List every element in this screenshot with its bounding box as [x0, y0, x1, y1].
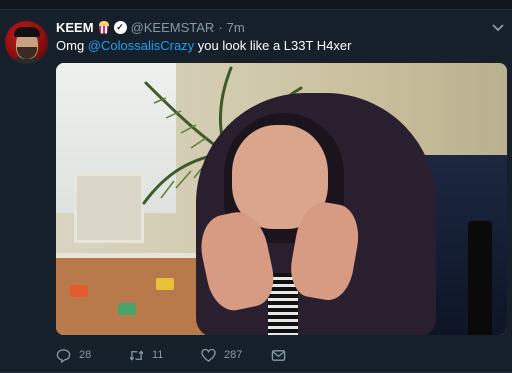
reply-button[interactable]: 28 [56, 346, 91, 364]
timeline-top-border [0, 0, 512, 10]
direct-message-button[interactable] [271, 346, 286, 364]
avatar-cap [14, 27, 40, 37]
author-handle[interactable]: @KEEMSTAR [131, 20, 215, 35]
retweet-button[interactable]: 11 [129, 346, 163, 364]
timestamp[interactable]: 7m [227, 20, 245, 35]
tweet-text-suffix: you look like a L33T H4xer [194, 38, 352, 53]
tweet-header: KEEM ✓ @KEEMSTAR · 7m [56, 19, 245, 35]
heart-icon [201, 348, 216, 362]
tweet-text: Omg @ColossalisCrazy you look like a L33… [56, 38, 351, 53]
tweet-actions: 28 11 287 [56, 346, 496, 364]
media-mic-stand [468, 221, 492, 335]
envelope-icon [271, 349, 286, 361]
reply-icon [56, 348, 71, 363]
author-name[interactable]: KEEM [56, 20, 94, 35]
avatar[interactable] [5, 21, 48, 64]
tweet-media-image[interactable] [56, 63, 507, 335]
like-button[interactable]: 287 [201, 346, 242, 364]
media-sticker [156, 278, 174, 290]
mention-link[interactable]: @ColossalisCrazy [88, 38, 194, 53]
tweet-card[interactable]: KEEM ✓ @KEEMSTAR · 7m Omg @ColossalisCra… [0, 11, 512, 373]
reply-count: 28 [79, 349, 92, 361]
verified-icon: ✓ [113, 20, 127, 34]
media-sticker [118, 303, 136, 315]
like-count: 287 [224, 349, 243, 361]
chevron-down-icon[interactable] [490, 19, 506, 35]
media-sticker [70, 285, 88, 297]
popcorn-icon [98, 20, 110, 34]
media-picture-frame [74, 173, 144, 243]
separator-dot: · [218, 19, 223, 35]
retweet-count: 11 [152, 349, 164, 361]
retweet-icon [129, 349, 144, 361]
tweet-text-prefix: Omg [56, 38, 88, 53]
